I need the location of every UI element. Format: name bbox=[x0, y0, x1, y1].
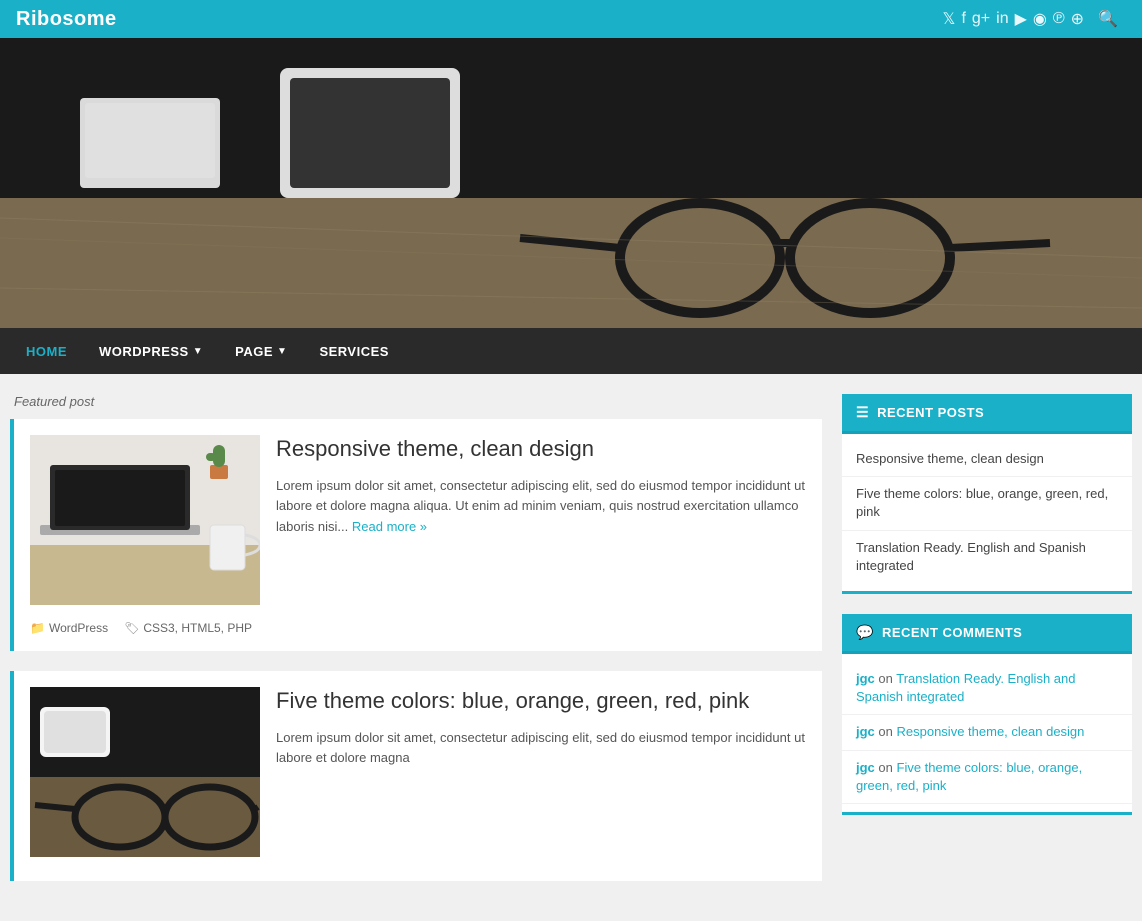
social-icons: 𝕏 f g+ in ▶ ◉ ℗ ⊕ 🔍 bbox=[943, 5, 1126, 33]
recent-post-item-1[interactable]: Responsive theme, clean design bbox=[842, 442, 1132, 477]
hero-svg bbox=[0, 38, 1142, 328]
dropdown-arrow-wordpress: ▼ bbox=[193, 346, 203, 357]
list-icon: ☰ bbox=[856, 404, 869, 421]
nav-item-wordpress[interactable]: WORDPRESS ▼ bbox=[83, 328, 219, 374]
main-content: Featured post bbox=[0, 374, 1142, 921]
linkedin-icon[interactable]: in bbox=[996, 10, 1008, 28]
post-excerpt-2: Lorem ipsum dolor sit amet, consectetur … bbox=[276, 728, 806, 770]
widget-divider-2 bbox=[842, 812, 1132, 815]
comment-item-3: jgc on Five theme colors: blue, orange, … bbox=[842, 751, 1132, 804]
recent-posts-widget: ☰ RECENT POSTS Responsive theme, clean d… bbox=[842, 394, 1132, 594]
instagram-icon[interactable]: ◉ bbox=[1033, 9, 1047, 29]
sidebar: ☰ RECENT POSTS Responsive theme, clean d… bbox=[842, 394, 1132, 901]
post-card-1: Responsive theme, clean design Lorem ips… bbox=[10, 419, 822, 651]
hero-image bbox=[0, 38, 1142, 328]
rss-icon[interactable]: ⊕ bbox=[1071, 9, 1084, 29]
recent-comments-list: jgc on Translation Ready. English and Sp… bbox=[842, 654, 1132, 812]
featured-label: Featured post bbox=[10, 394, 822, 409]
nav-item-page[interactable]: PAGE ▼ bbox=[219, 328, 303, 374]
recent-post-item-2[interactable]: Five theme colors: blue, orange, green, … bbox=[842, 477, 1132, 530]
comment-item-1: jgc on Translation Ready. English and Sp… bbox=[842, 662, 1132, 715]
recent-posts-list: Responsive theme, clean design Five them… bbox=[842, 434, 1132, 591]
hero-overlay bbox=[0, 38, 1142, 328]
recent-post-item-3[interactable]: Translation Ready. English and Spanish i… bbox=[842, 531, 1132, 583]
post-title-2[interactable]: Five theme colors: blue, orange, green, … bbox=[276, 687, 806, 716]
nav-item-services[interactable]: SERVICES bbox=[303, 328, 405, 374]
facebook-icon[interactable]: f bbox=[961, 10, 965, 28]
post-thumbnail-1-svg bbox=[30, 435, 260, 605]
content-area: Featured post bbox=[10, 394, 822, 901]
top-bar: Ribosome 𝕏 f g+ in ▶ ◉ ℗ ⊕ 🔍 bbox=[0, 0, 1142, 38]
search-button[interactable]: 🔍 bbox=[1090, 5, 1126, 33]
recent-comments-header: 💬 RECENT COMMENTS bbox=[842, 614, 1132, 654]
post-category-1: 📁 WordPress bbox=[30, 621, 108, 635]
post-card-2: Five theme colors: blue, orange, green, … bbox=[10, 671, 822, 881]
recent-posts-header: ☰ RECENT POSTS bbox=[842, 394, 1132, 434]
read-more-1[interactable]: Read more » bbox=[352, 519, 427, 534]
comment-icon: 💬 bbox=[856, 624, 874, 641]
post-tags-1: 🏷 CSS3, HTML5, PHP bbox=[124, 621, 252, 635]
post-thumbnail-2[interactable] bbox=[30, 687, 260, 857]
tag-icon: 🏷 bbox=[124, 621, 139, 635]
nav-item-home[interactable]: HOME bbox=[10, 328, 83, 374]
youtube-icon[interactable]: ▶ bbox=[1015, 9, 1027, 29]
widget-divider bbox=[842, 591, 1132, 594]
comment-item-2: jgc on Responsive theme, clean design bbox=[842, 715, 1132, 750]
dropdown-arrow-page: ▼ bbox=[277, 346, 287, 357]
nav-bar: HOME WORDPRESS ▼ PAGE ▼ SERVICES bbox=[0, 328, 1142, 374]
post-content-1: Responsive theme, clean design Lorem ips… bbox=[276, 435, 806, 605]
post-thumbnail-1[interactable] bbox=[30, 435, 260, 605]
post-title-1[interactable]: Responsive theme, clean design bbox=[276, 435, 806, 464]
post-content-2: Five theme colors: blue, orange, green, … bbox=[276, 687, 806, 857]
recent-comments-widget: 💬 RECENT COMMENTS jgc on Translation Rea… bbox=[842, 614, 1132, 815]
post-thumbnail-2-svg bbox=[30, 687, 260, 857]
googleplus-icon[interactable]: g+ bbox=[972, 10, 990, 28]
twitter-icon[interactable]: 𝕏 bbox=[943, 9, 956, 29]
folder-icon: 📁 bbox=[30, 621, 45, 635]
pinterest-icon[interactable]: ℗ bbox=[1053, 10, 1065, 28]
post-meta-1: 📁 WordPress 🏷 CSS3, HTML5, PHP bbox=[14, 613, 822, 635]
site-title[interactable]: Ribosome bbox=[16, 8, 117, 31]
post-excerpt-1: Lorem ipsum dolor sit amet, consectetur … bbox=[276, 476, 806, 538]
